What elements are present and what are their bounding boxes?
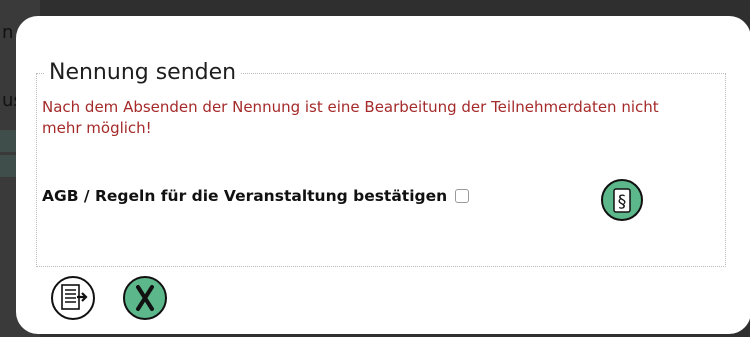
cancel-button[interactable] [122, 275, 168, 321]
close-x-icon [123, 276, 167, 320]
paragraph-icon: § [601, 179, 643, 221]
confirm-terms-checkbox[interactable] [455, 189, 470, 203]
rules-button[interactable]: § [600, 178, 644, 222]
paragraph-symbol: § [618, 192, 627, 212]
send-entry-dialog: Nennung senden Nach dem Absenden der Nen… [16, 16, 750, 334]
submit-entry-button[interactable] [50, 275, 96, 321]
send-entry-panel: Nennung senden [36, 61, 726, 267]
send-document-icon [51, 276, 95, 320]
confirm-terms-row: AGB / Regeln für die Veranstaltung bestä… [42, 187, 470, 205]
warning-message: Nach dem Absenden der Nennung ist eine B… [42, 98, 659, 137]
background-text: n [2, 22, 14, 43]
dialog-title: Nennung senden [49, 60, 237, 85]
confirm-terms-label: AGB / Regeln für die Veranstaltung bestä… [42, 187, 448, 205]
